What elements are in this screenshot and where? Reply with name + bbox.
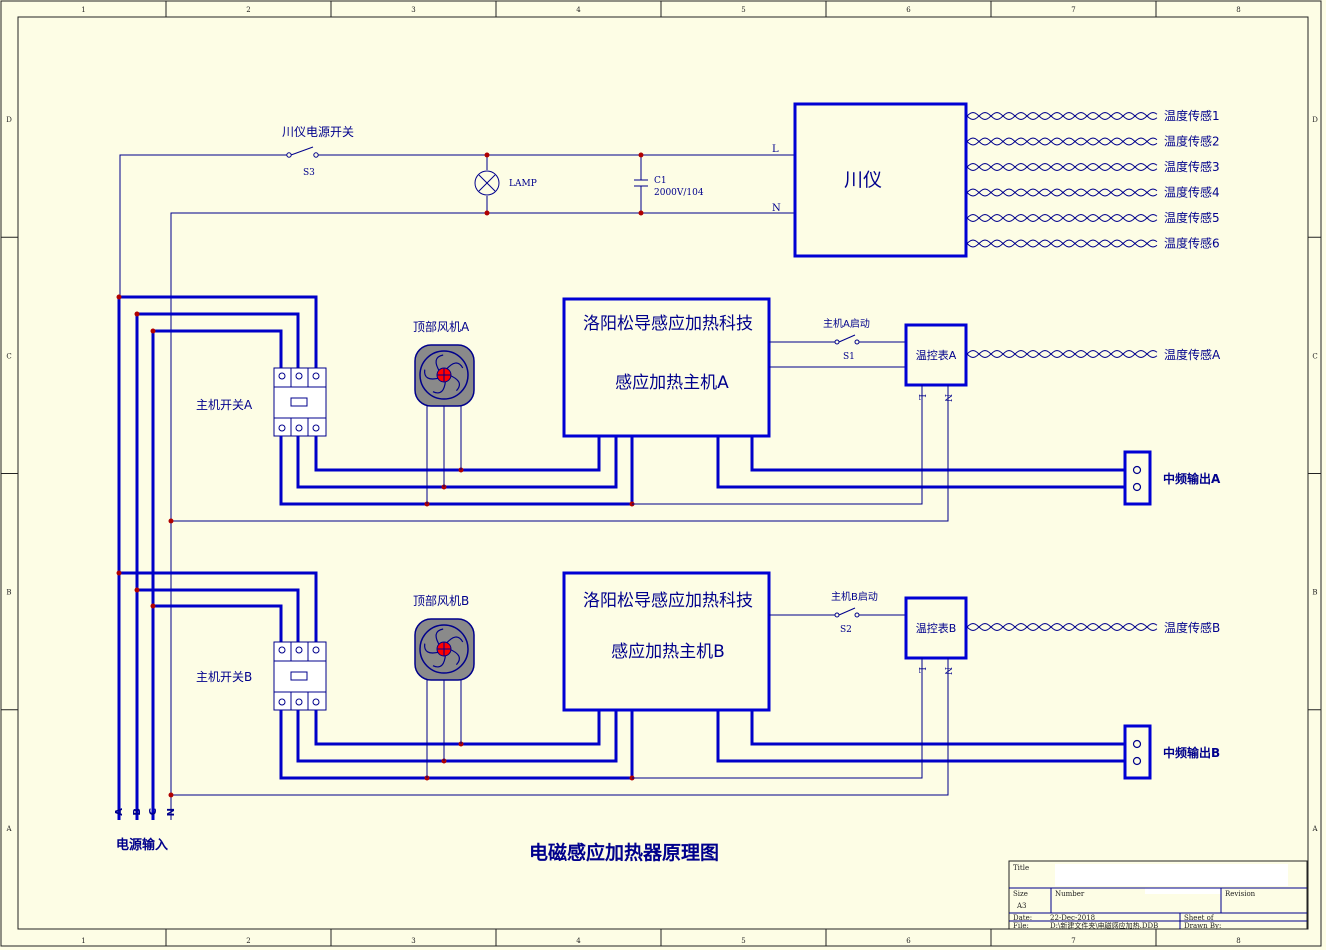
host-a-line2: 感应加热主机A [615,373,729,393]
frame-col-label: 1 [81,6,85,14]
breaker-a-label: 主机开关A [196,398,253,412]
start-b-ref: S2 [840,625,852,635]
tc-b-l-label: L [916,667,926,673]
tb-drawn-label: Drawn By: [1184,922,1221,930]
frame-col-label: 7 [1071,6,1075,14]
fan-b-label: 顶部风机B [413,593,469,608]
meter-box-label: 川仪 [844,169,882,191]
frame-col-label: 8 [1236,6,1240,14]
tc-a-n-label: N [942,394,952,402]
tb-title-label: Title [1013,864,1029,872]
tb-number-label: Number [1055,890,1085,898]
phase-label-a: A [114,808,125,816]
frame-col-label: 4 [576,6,581,14]
sensor-label: 温度传感3 [1164,159,1220,174]
tb-size-value: A3 [1016,902,1027,910]
start-b-label: 主机B启动 [831,590,878,603]
tb-revision-label: Revision [1225,890,1256,898]
sensor-label: 温度传感6 [1164,236,1220,251]
frame-col-label: 5 [741,937,745,945]
host-b-line2: 感应加热主机B [611,642,725,662]
temp-ctrl-a-label: 温控表A [916,348,957,362]
sensor-label: 温度传感1 [1164,108,1220,123]
frame-col-label: 2 [246,6,250,14]
sensor-label: 温度传感2 [1164,134,1220,149]
output-b-label: 中频输出B [1163,745,1220,760]
fan-a-label: 顶部风机A [413,319,470,334]
phase-label-c: C [148,808,159,815]
capacitor-ref: C1 [654,176,667,186]
frame-col-label: 2 [246,937,250,945]
phase-label-b: B [132,808,143,816]
junction-dot [150,328,156,334]
schematic-sheet: 1122334455667788D DC CB BA A 川仪电源开关 S3 LAMP … [0,0,1326,950]
frame-col-label: 3 [411,937,415,945]
sensor-b-label: 温度传感B [1164,620,1220,635]
frame-col-label: 6 [906,6,911,14]
junction-dot [168,518,174,524]
paper-background [0,0,1326,950]
meter-n-label: N [772,203,781,214]
tb-file-label: File: [1013,922,1029,930]
start-a-ref: S1 [843,352,855,362]
tb-file-value: D:\新建文件夹\电磁感应加热.DDB [1050,921,1158,930]
frame-row-label: A [1311,825,1318,833]
junction-dot [116,570,122,576]
junction-dot [168,792,174,798]
start-a-label: 主机A启动 [823,317,870,330]
meter-switch-label: 川仪电源开关 [282,125,354,139]
tc-b-n-label: N [942,667,952,675]
meter-switch-ref: S3 [303,168,315,178]
temp-ctrl-b-label: 温控表B [916,621,957,635]
frame-row-label: A [5,825,12,833]
diagram-title: 电磁感应加热器原理图 [529,841,719,864]
frame-row-label: C [6,352,11,360]
frame-col-label: 5 [741,6,745,14]
frame-row-label: B [1312,589,1317,597]
tb-date-value: 22-Dec-2018 [1050,914,1095,922]
frame-col-label: 3 [411,6,415,14]
junction-dot [134,311,140,317]
output-a-label: 中频输出A [1163,471,1221,486]
host-a-line1: 洛阳松导感应加热科技 [583,314,753,334]
tc-a-l-label: L [916,394,926,400]
frame-col-label: 6 [906,937,911,945]
junction-dot [116,294,122,300]
tb-date-label: Date: [1013,914,1032,922]
frame-row-label: C [1312,352,1317,360]
power-input-label: 电源输入 [116,837,168,853]
frame-col-label: 4 [576,937,581,945]
tb-size-label: Size [1013,890,1028,898]
meter-l-label: L [772,144,779,155]
junction-dot [134,587,140,593]
frame-row-label: D [6,116,12,124]
breaker-b-label: 主机开关B [196,670,252,684]
capacitor-value: 2000V/104 [654,188,704,198]
sensor-label: 温度传感4 [1164,185,1220,200]
host-b-line1: 洛阳松导感应加热科技 [583,591,753,611]
frame-row-label: D [1312,116,1318,124]
phase-label-n: N [166,808,177,816]
sensor-label: 温度传感5 [1164,210,1220,225]
frame-row-label: B [6,589,11,597]
frame-col-label: 7 [1071,937,1075,945]
tb-sheet-label: Sheet of [1184,914,1215,922]
sensor-a-label: 温度传感A [1164,347,1221,362]
lamp-label: LAMP [509,179,537,189]
frame-col-label: 8 [1236,937,1240,945]
junction-dot [150,603,156,609]
frame-col-label: 1 [81,937,85,945]
